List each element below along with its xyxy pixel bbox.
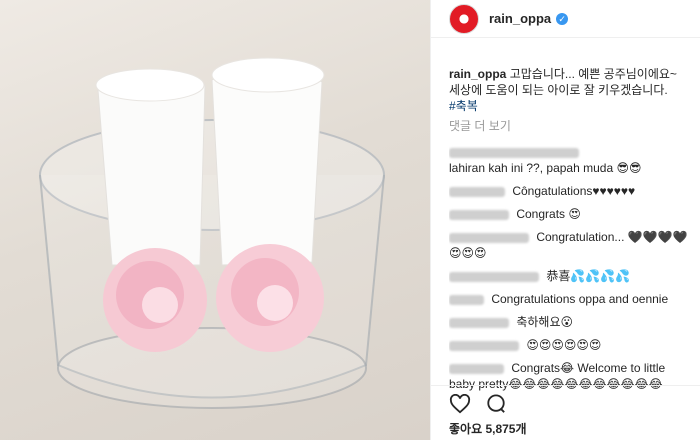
comment-7: 축하해요😮 bbox=[449, 314, 688, 330]
comment-text: 축하해요😮 bbox=[516, 315, 574, 329]
baby-socks-image bbox=[39, 57, 385, 409]
comment-5: 恭喜💦💦💦💦 bbox=[449, 268, 688, 284]
post-photo[interactable] bbox=[0, 0, 430, 440]
post-side-panel: rain_oppa ✓ rain_oppa 고맙습니다... 예쁜 공주님이에요… bbox=[430, 0, 700, 440]
caption-username[interactable]: rain_oppa bbox=[449, 67, 506, 81]
caption: rain_oppa 고맙습니다... 예쁜 공주님이에요~ 세상에 도움이 되는… bbox=[449, 66, 688, 114]
comment-2: Côngatulations♥♥♥♥♥♥ bbox=[449, 183, 688, 199]
comment-text: lahiran kah ini ??, papah muda 😎😎 bbox=[449, 161, 642, 175]
instagram-post: rain_oppa ✓ rain_oppa 고맙습니다... 예쁜 공주님이에요… bbox=[0, 0, 700, 440]
blurred-username bbox=[449, 232, 529, 243]
comment-text: Congratulations oppa and oennie bbox=[491, 292, 669, 306]
blurred-username bbox=[449, 209, 509, 220]
heart-icon[interactable] bbox=[449, 394, 471, 414]
comment-text: 😍😍😍😍😍😍 bbox=[526, 338, 602, 352]
blurred-username bbox=[449, 294, 484, 305]
blurred-username bbox=[449, 271, 539, 282]
post-header: rain_oppa ✓ bbox=[431, 0, 700, 38]
avatar[interactable] bbox=[449, 3, 479, 34]
comments-section: rain_oppa 고맙습니다... 예쁜 공주님이에요~ 세상에 도움이 되는… bbox=[431, 38, 700, 392]
hashtag-link[interactable]: #축복 bbox=[449, 98, 688, 114]
blurred-username bbox=[449, 363, 504, 374]
comment-3: Congrats 😍 bbox=[449, 206, 688, 222]
verified-badge-icon: ✓ bbox=[556, 12, 569, 25]
comment-text: Congrats 😍 bbox=[516, 207, 581, 221]
comment-text: Côngatulations♥♥♥♥♥♥ bbox=[512, 184, 636, 198]
header-username[interactable]: rain_oppa bbox=[489, 11, 551, 26]
comment-8: 😍😍😍😍😍😍 bbox=[449, 337, 688, 353]
likes-count[interactable]: 좋아요 5,875개 bbox=[449, 420, 700, 437]
comment-icon[interactable] bbox=[485, 394, 507, 414]
blurred-username bbox=[449, 317, 509, 328]
blurred-username bbox=[449, 147, 579, 158]
comment-1: lahiran kah ini ??, papah muda 😎😎 bbox=[449, 144, 688, 176]
action-icons bbox=[449, 386, 700, 414]
blurred-username bbox=[449, 340, 519, 351]
view-more-comments-link[interactable]: 댓글 더 보기 bbox=[449, 118, 688, 134]
comment-text: 恭喜💦💦💦💦 bbox=[546, 269, 631, 283]
comment-4: Congratulation... 🖤🖤🖤🖤😍😍😍 bbox=[449, 229, 688, 261]
blurred-username bbox=[449, 186, 505, 197]
post-actions: 좋아요 5,875개 bbox=[431, 385, 700, 440]
comment-6: Congratulations oppa and oennie bbox=[449, 291, 688, 307]
